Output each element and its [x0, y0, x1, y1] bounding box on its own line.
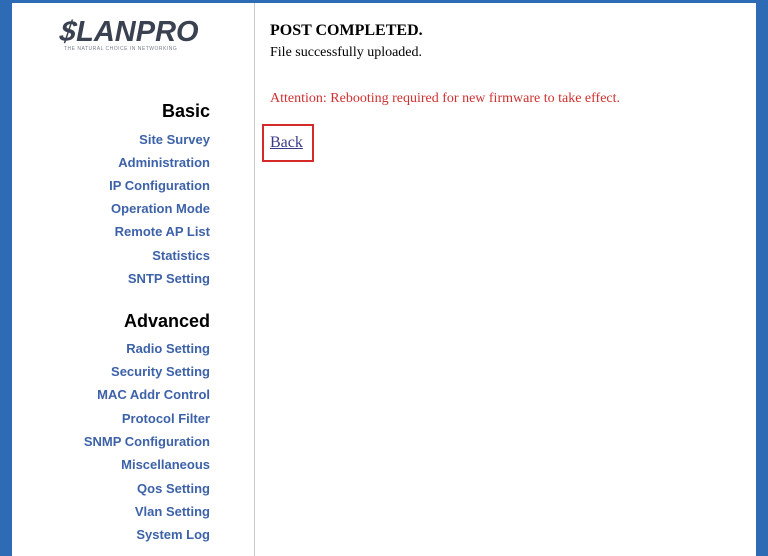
logo-tagline: THE NATURAL CHOICE IN NETWORKING	[64, 46, 178, 52]
nav-security-setting[interactable]: Security Setting	[111, 364, 210, 379]
nav-radio-setting[interactable]: Radio Setting	[126, 341, 210, 356]
logo-wordmark: $LANPRO	[57, 16, 199, 48]
upload-status-message: File successfully uploaded.	[270, 45, 423, 60]
section-title-advanced: Advanced	[123, 311, 210, 331]
nav-snmp-configuration[interactable]: SNMP Configuration	[84, 434, 210, 449]
nav-miscellaneous[interactable]: Miscellaneous	[121, 457, 210, 472]
nav-site-survey[interactable]: Site Survey	[139, 132, 210, 147]
nav-sntp-setting[interactable]: SNTP Setting	[128, 271, 210, 286]
nav-mac-addr-control[interactable]: MAC Addr Control	[97, 387, 210, 402]
nav-operation-mode[interactable]: Operation Mode	[111, 201, 210, 216]
nav-protocol-filter[interactable]: Protocol Filter	[122, 411, 210, 426]
main-content: POST COMPLETED. File successfully upload…	[262, 0, 756, 556]
page-title: POST COMPLETED.	[270, 22, 423, 39]
back-link[interactable]: Back	[270, 134, 303, 152]
nav-administration[interactable]: Administration	[118, 155, 210, 170]
nav-statistics[interactable]: Statistics	[152, 248, 210, 263]
nav-vlan-setting[interactable]: Vlan Setting	[135, 504, 210, 519]
nav-system-log[interactable]: System Log	[136, 527, 210, 542]
sidebar: $LANPRO THE NATURAL CHOICE IN NETWORKING…	[12, 3, 255, 556]
nav-qos-setting[interactable]: Qos Setting	[137, 481, 210, 496]
lanpro-logo: $LANPRO THE NATURAL CHOICE IN NETWORKING	[57, 16, 220, 57]
section-title-basic: Basic	[161, 101, 210, 121]
nav-ip-configuration[interactable]: IP Configuration	[109, 178, 210, 193]
nav-remote-ap-list[interactable]: Remote AP List	[115, 224, 210, 239]
reboot-attention-message: Attention: Rebooting required for new fi…	[270, 91, 621, 106]
